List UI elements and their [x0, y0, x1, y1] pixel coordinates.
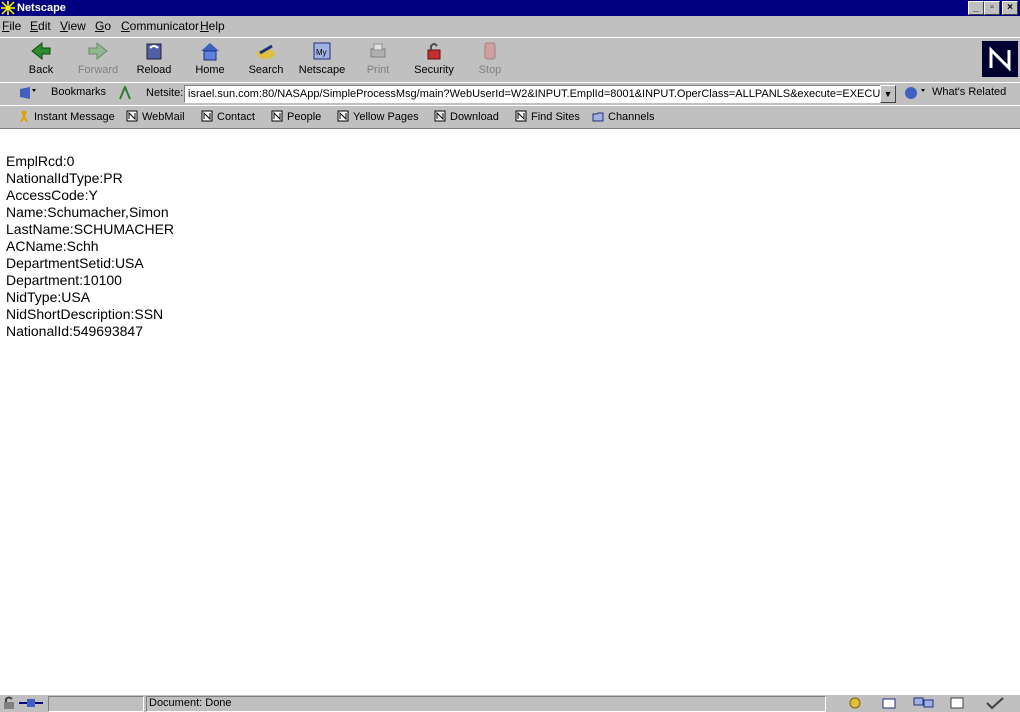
minimize-icon: _ [973, 2, 979, 13]
page-content: EmplRcd:0 NationalIdType:PR AccessCode:Y… [0, 128, 1020, 694]
personal-toolbar: Instant Message WebMail Contact People Y… [0, 105, 1020, 129]
security-button[interactable]: Security [406, 40, 462, 80]
restore-icon: ▫ [990, 2, 994, 13]
search-icon [257, 44, 275, 59]
menu-edit[interactable]: Edit [30, 19, 51, 33]
instant-message-button[interactable]: Instant Message [18, 110, 115, 123]
minimize-button[interactable]: _ [968, 1, 984, 15]
print-icon [370, 43, 386, 58]
data-line-accesscode: AccessCode:Y [6, 187, 98, 203]
bookmark-page-icon [515, 110, 527, 122]
back-arrow-icon [31, 41, 51, 61]
netsite-label: Netsite: [146, 87, 184, 99]
url-dropdown-button[interactable]: ▼ [880, 85, 896, 103]
find-sites-button[interactable]: Find Sites [515, 110, 580, 123]
close-button[interactable]: × [1002, 1, 1018, 15]
title-bar: Netscape _ ▫ × [0, 0, 1020, 16]
page-proxy-icon[interactable] [118, 86, 132, 100]
channels-button[interactable]: Channels [592, 110, 654, 123]
discussion-icon[interactable] [912, 696, 936, 710]
restore-button[interactable]: ▫ [984, 1, 1000, 15]
reload-icon [146, 43, 162, 60]
menu-go[interactable]: Go [95, 19, 111, 33]
mailbox-icon[interactable] [880, 696, 898, 710]
forward-button[interactable]: Forward [70, 40, 126, 80]
bookmarks-button[interactable]: Bookmarks [51, 86, 106, 98]
folder-icon [592, 112, 604, 122]
data-line-nationalid: NationalId:549693847 [6, 323, 144, 339]
menu-communicator[interactable]: Communicator [121, 19, 199, 33]
my-netscape-icon: My [313, 42, 331, 60]
data-line-emplrcd: EmplRcd:0 [6, 153, 75, 169]
data-line-name: Name:Schumacher,Simon [6, 204, 169, 220]
svg-text:My: My [316, 48, 327, 57]
close-icon: × [1007, 2, 1013, 13]
home-button[interactable]: Home [182, 40, 238, 80]
whats-related-icon[interactable] [902, 85, 928, 101]
location-toolbar: Bookmarks Netsite: israel.sun.com:80/NAS… [0, 82, 1020, 106]
netscape-logo-icon[interactable] [982, 41, 1018, 77]
url-input[interactable]: israel.sun.com:80/NASApp/SimpleProcessMs… [184, 85, 883, 103]
whats-related-button[interactable]: What's Related [932, 86, 1006, 98]
forward-arrow-icon [88, 41, 108, 61]
chevron-down-icon: ▼ [883, 89, 893, 99]
data-line-departmentsetid: DepartmentSetid:USA [6, 255, 144, 271]
people-button[interactable]: People [271, 110, 321, 123]
data-line-department: Department:10100 [6, 272, 122, 288]
composer-icon[interactable] [948, 696, 966, 710]
status-bar: Document: Done [0, 694, 1020, 712]
instant-message-icon [20, 110, 28, 122]
menu-view[interactable]: View [60, 19, 86, 33]
search-button[interactable]: Search [238, 40, 294, 80]
status-text: Document: Done [149, 697, 232, 709]
bookmark-page-icon [201, 110, 213, 122]
menu-bar: File Edit View Go Communicator Help [0, 16, 1020, 36]
navigation-toolbar: Back Forward Reload Home Search My Netsc… [0, 37, 1020, 83]
data-line-lastname: LastName:SCHUMACHER [6, 221, 175, 237]
employee-data: EmplRcd:0 NationalIdType:PR AccessCode:Y… [6, 153, 174, 340]
navigator-icon[interactable] [846, 696, 864, 710]
print-button[interactable]: Print [350, 40, 406, 80]
bookmark-page-icon [271, 110, 283, 122]
lock-icon [427, 43, 441, 60]
bookmark-page-icon [434, 110, 446, 122]
bookmarks-icon[interactable] [18, 85, 42, 101]
data-line-nidtype: NidType:USA [6, 289, 91, 305]
data-line-nidshortdescription: NidShortDescription:SSN [6, 306, 164, 322]
checkmark-icon[interactable] [984, 696, 1006, 710]
reload-button[interactable]: Reload [126, 40, 182, 80]
connection-status-icon [19, 699, 43, 707]
download-button[interactable]: Download [434, 110, 499, 123]
stop-button[interactable]: Stop [462, 40, 518, 80]
netscape-app-icon[interactable] [1, 1, 15, 15]
menu-file[interactable]: File [2, 19, 21, 33]
data-line-nationalidtype: NationalIdType:PR [6, 170, 123, 186]
contact-button[interactable]: Contact [201, 110, 255, 123]
yellow-pages-button[interactable]: Yellow Pages [337, 110, 419, 123]
window-title: Netscape [17, 2, 66, 14]
webmail-button[interactable]: WebMail [126, 110, 185, 123]
menu-help[interactable]: Help [200, 19, 225, 33]
home-icon [201, 43, 219, 61]
netscape-button[interactable]: My Netscape [294, 40, 350, 80]
data-line-acname: ACName:Schh [6, 238, 99, 254]
security-status-icon[interactable] [1, 696, 19, 710]
netscape-n-icon [982, 41, 1018, 77]
bookmark-page-icon [337, 110, 349, 122]
bookmark-page-icon [126, 110, 138, 122]
stop-icon [484, 42, 496, 60]
back-button[interactable]: Back [13, 40, 69, 80]
